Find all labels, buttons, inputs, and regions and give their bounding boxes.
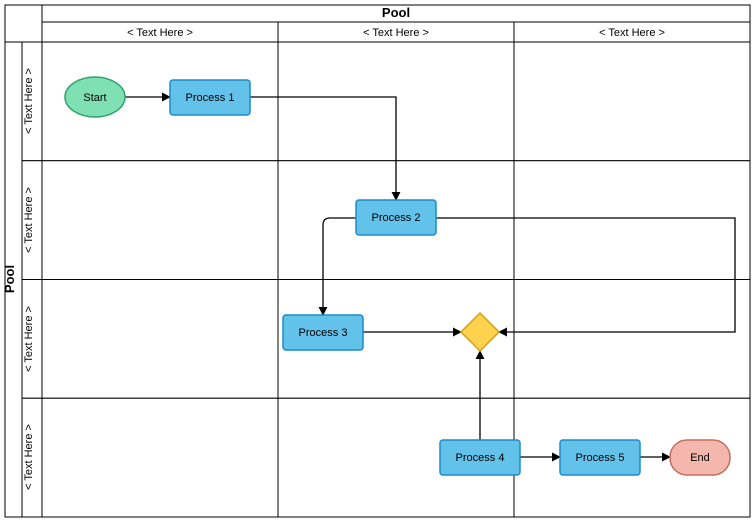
process1-node[interactable]: Process 1	[170, 80, 250, 115]
end-node[interactable]: End	[670, 440, 730, 475]
row-label-2: < Text Here >	[23, 306, 35, 372]
process2-label: Process 2	[372, 212, 421, 224]
column-label-1: < Text Here >	[363, 27, 429, 39]
process5-node[interactable]: Process 5	[560, 440, 640, 475]
process5-label: Process 5	[576, 452, 625, 464]
process2-node[interactable]: Process 2	[356, 200, 436, 235]
pool-top-title: Pool	[382, 5, 410, 20]
start-label: Start	[83, 92, 106, 104]
row-label-3: < Text Here >	[23, 424, 35, 490]
end-label: End	[690, 452, 710, 464]
swimlane-diagram: Pool < Text Here > < Text Here > < Text …	[0, 0, 755, 522]
process3-label: Process 3	[299, 327, 348, 339]
column-label-0: < Text Here >	[127, 27, 193, 39]
process4-label: Process 4	[456, 452, 505, 464]
start-node[interactable]: Start	[65, 77, 125, 117]
row-label-1: < Text Here >	[23, 187, 35, 253]
pool-left-title: Pool	[2, 265, 17, 293]
process4-node[interactable]: Process 4	[440, 440, 520, 475]
process1-label: Process 1	[186, 92, 235, 104]
process3-node[interactable]: Process 3	[283, 315, 363, 350]
column-label-2: < Text Here >	[599, 27, 665, 39]
row-label-0: < Text Here >	[23, 68, 35, 134]
